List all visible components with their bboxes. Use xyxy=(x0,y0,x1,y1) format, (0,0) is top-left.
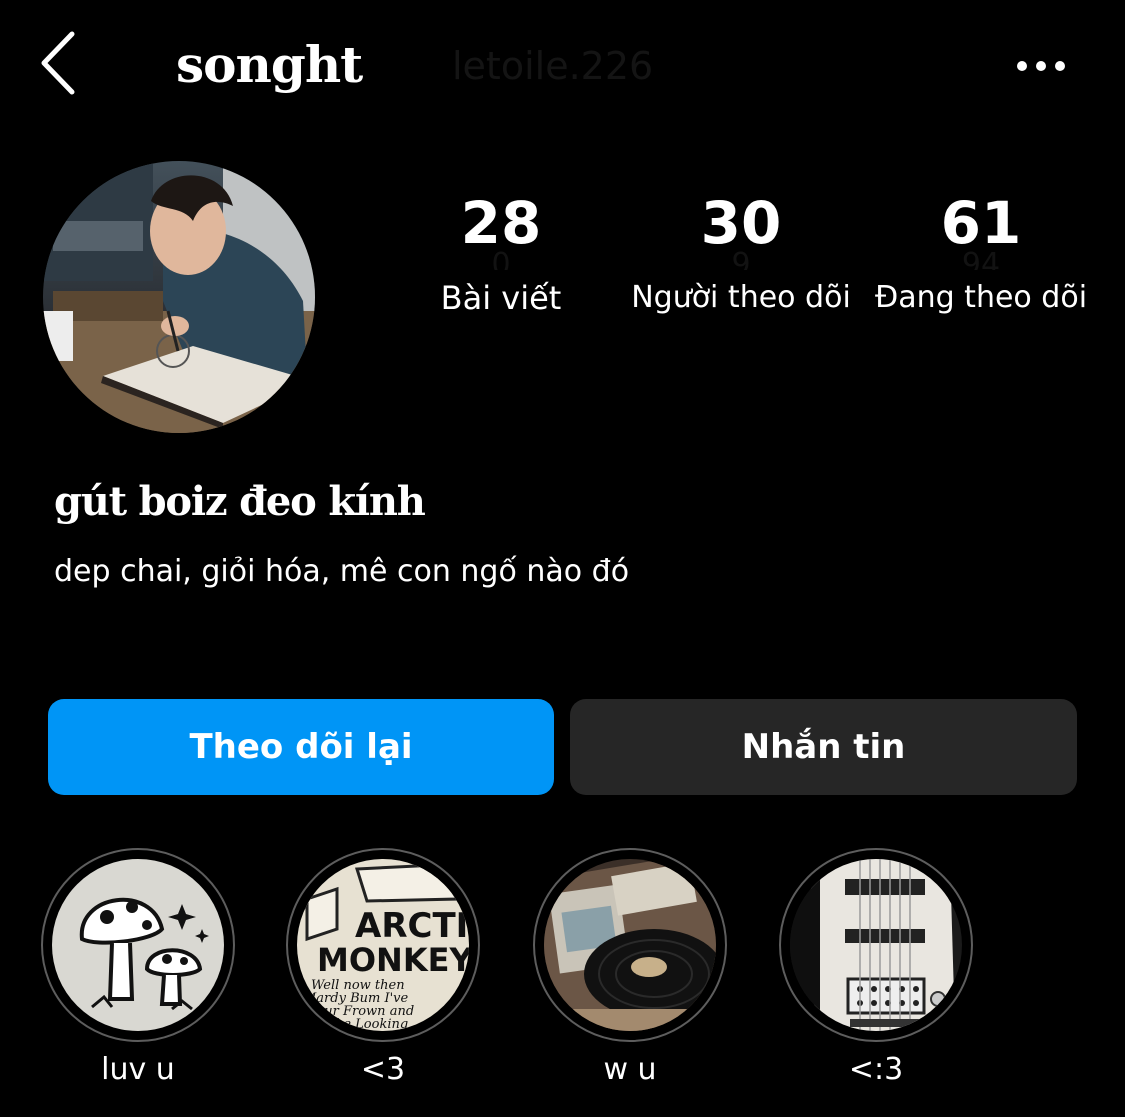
highlight-label: w u xyxy=(603,1052,657,1087)
followers-faded-count: 9 xyxy=(731,250,751,270)
message-button[interactable]: Nhắn tin xyxy=(570,699,1077,795)
highlight-label: <3 xyxy=(360,1052,406,1087)
highlight-ring: ARCTIC MONKEY Well now then Mardy Bum I'… xyxy=(286,848,480,1042)
avatar-photo xyxy=(43,161,315,433)
follow-back-button[interactable]: Theo dõi lại xyxy=(48,699,554,795)
art-text-line4: be like Looking xyxy=(307,1017,408,1031)
chevron-left-icon xyxy=(41,31,75,95)
highlight-cover: ARCTIC MONKEY Well now then Mardy Bum I'… xyxy=(297,859,469,1031)
followers-label: Người theo dõi xyxy=(631,280,851,315)
mushroom-drawing-icon xyxy=(52,859,224,1031)
faded-username: letoile.226 xyxy=(452,44,654,88)
profile-avatar[interactable] xyxy=(43,161,315,433)
highlight-label: <:3 xyxy=(848,1052,904,1087)
art-text-arctic: ARCTIC xyxy=(355,906,469,946)
art-text-monkey: MONKEY xyxy=(317,941,469,979)
highlight-ring xyxy=(779,848,973,1042)
followers-count: 30 xyxy=(700,189,782,257)
stat-followers[interactable]: 30 9 Người theo dõi xyxy=(621,190,861,318)
posts-count: 28 xyxy=(460,189,542,257)
stat-posts[interactable]: 28 0 Bài viết xyxy=(381,190,621,318)
highlight-ring xyxy=(533,848,727,1042)
stat-following[interactable]: 61 94 Đang theo dõi xyxy=(861,190,1101,318)
posts-faded-count: 0 xyxy=(491,250,511,270)
highlight-cover xyxy=(544,859,716,1031)
arctic-monkeys-art: ARCTIC MONKEY Well now then Mardy Bum I'… xyxy=(297,859,469,1031)
display-name: gút boiz đeo kính xyxy=(54,478,426,525)
highlight-cover xyxy=(790,859,962,1031)
following-faded-count: 94 xyxy=(961,250,1001,270)
guitar-photo xyxy=(790,859,962,1031)
highlight-label: luv u xyxy=(101,1052,175,1087)
highlight-ring xyxy=(41,848,235,1042)
story-highlight[interactable]: luv u xyxy=(41,848,235,1090)
highlight-cover xyxy=(52,859,224,1031)
story-highlight[interactable]: <:3 xyxy=(779,848,973,1090)
more-options-button[interactable] xyxy=(1012,44,1072,88)
following-count: 61 xyxy=(940,189,1022,257)
following-label: Đang theo dõi xyxy=(874,280,1088,315)
back-button[interactable] xyxy=(36,28,84,98)
posts-label: Bài viết xyxy=(440,279,562,317)
profile-username: songht xyxy=(176,35,363,94)
vinyl-record-photo xyxy=(544,859,716,1031)
more-horizontal-icon xyxy=(1017,61,1065,71)
bio-text: dep chai, giỏi hóa, mê con ngố nào đó xyxy=(54,554,630,589)
story-highlight[interactable]: w u xyxy=(533,848,727,1090)
story-highlight[interactable]: ARCTIC MONKEY Well now then Mardy Bum I'… xyxy=(286,848,480,1090)
